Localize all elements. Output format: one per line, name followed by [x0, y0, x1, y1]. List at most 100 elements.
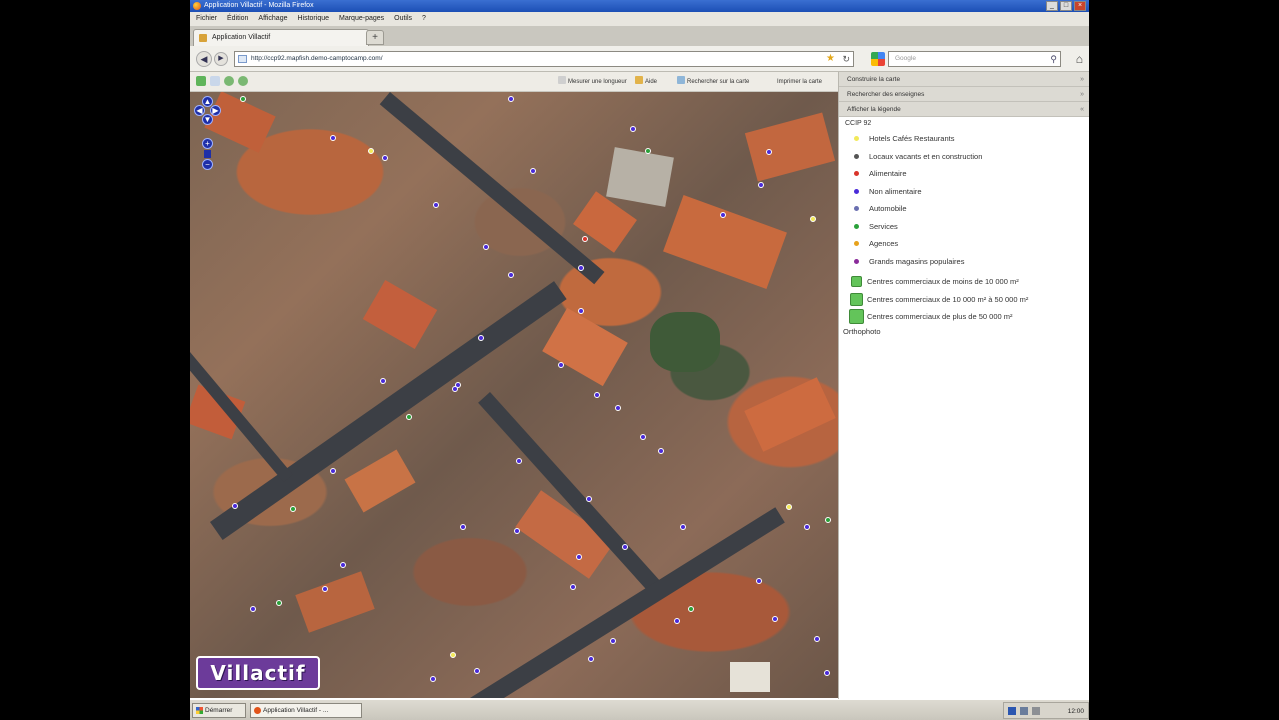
language-icon[interactable]	[1008, 707, 1016, 715]
menu-edit[interactable]: Édition	[227, 12, 248, 26]
poi-marker[interactable]	[380, 378, 386, 384]
poi-marker[interactable]	[340, 562, 346, 568]
poi-marker[interactable]	[630, 126, 636, 132]
poi-marker[interactable]	[615, 405, 621, 411]
poi-marker[interactable]	[825, 517, 831, 523]
zoom-extent-icon[interactable]	[196, 76, 206, 86]
menu-file[interactable]: Fichier	[196, 12, 217, 26]
url-bar[interactable]: http://ccp92.mapfish.demo-camptocamp.com…	[234, 51, 854, 67]
poi-marker[interactable]	[674, 618, 680, 624]
poi-marker[interactable]	[330, 468, 336, 474]
bookmark-star-icon[interactable]: ★	[826, 52, 835, 66]
taskbar-app-firefox[interactable]: Application Villactif - ...	[250, 703, 362, 718]
close-button[interactable]: ×	[1074, 1, 1086, 11]
poi-marker[interactable]	[658, 448, 664, 454]
new-tab-button[interactable]: +	[366, 30, 384, 45]
search-map-tool[interactable]: Rechercher sur la carte	[677, 72, 749, 92]
poi-marker[interactable]	[594, 392, 600, 398]
menu-view[interactable]: Affichage	[258, 12, 287, 26]
poi-marker[interactable]	[824, 670, 830, 676]
poi-marker[interactable]	[772, 616, 778, 622]
poi-marker[interactable]	[586, 496, 592, 502]
zoom-out-icon[interactable]	[238, 76, 248, 86]
poi-marker[interactable]	[322, 586, 328, 592]
poi-marker[interactable]	[430, 676, 436, 682]
poi-marker[interactable]	[610, 638, 616, 644]
aerial-map[interactable]: ▲ ◀ ▶ ▼ + − Villactif	[190, 92, 838, 698]
reload-icon[interactable]: ↻	[842, 52, 850, 66]
poi-marker[interactable]	[688, 606, 694, 612]
forward-button[interactable]: ▶	[214, 52, 228, 66]
zoom-out-button[interactable]: −	[202, 159, 213, 170]
poi-marker[interactable]	[460, 524, 466, 530]
pan-right-button[interactable]: ▶	[210, 105, 221, 116]
poi-marker[interactable]	[330, 135, 336, 141]
poi-marker[interactable]	[558, 362, 564, 368]
poi-marker[interactable]	[406, 414, 412, 420]
poi-marker[interactable]	[508, 272, 514, 278]
poi-marker[interactable]	[578, 308, 584, 314]
pan-icon[interactable]	[210, 76, 220, 86]
poi-marker[interactable]	[232, 503, 238, 509]
poi-marker[interactable]	[382, 155, 388, 161]
poi-marker[interactable]	[368, 148, 374, 154]
poi-marker[interactable]	[290, 506, 296, 512]
poi-marker[interactable]	[582, 236, 588, 242]
poi-marker[interactable]	[810, 216, 816, 222]
poi-marker[interactable]	[640, 434, 646, 440]
poi-marker[interactable]	[276, 600, 282, 606]
tab-villactif[interactable]: Application Villactif	[193, 29, 369, 46]
poi-marker[interactable]	[576, 554, 582, 560]
poi-marker[interactable]	[483, 244, 489, 250]
poi-marker[interactable]	[756, 578, 762, 584]
search-input[interactable]: Google ⚲	[888, 51, 1061, 67]
search-icon[interactable]: ⚲	[1050, 52, 1057, 66]
back-button[interactable]: ◀	[196, 51, 212, 67]
zoom-slider[interactable]	[204, 150, 211, 158]
home-button[interactable]: ⌂	[1076, 51, 1083, 67]
print-tool[interactable]: Imprimer la carte	[777, 72, 822, 92]
poi-marker[interactable]	[622, 544, 628, 550]
poi-marker[interactable]	[588, 656, 594, 662]
poi-marker[interactable]	[474, 668, 480, 674]
poi-marker[interactable]	[720, 212, 726, 218]
menu-help[interactable]: ?	[422, 12, 426, 26]
pan-down-button[interactable]: ▼	[202, 114, 213, 125]
poi-marker[interactable]	[804, 524, 810, 530]
volume-icon[interactable]	[1032, 707, 1040, 715]
poi-marker[interactable]	[578, 265, 584, 271]
start-button[interactable]: Démarrer	[192, 703, 246, 718]
poi-marker[interactable]	[766, 149, 772, 155]
poi-marker[interactable]	[758, 182, 764, 188]
poi-marker[interactable]	[478, 335, 484, 341]
poi-marker[interactable]	[508, 96, 514, 102]
minimize-button[interactable]: _	[1046, 1, 1058, 11]
poi-marker[interactable]	[530, 168, 536, 174]
help-tool[interactable]: Aide	[635, 72, 657, 92]
section-legend[interactable]: Afficher la légende «	[839, 102, 1089, 117]
poi-marker[interactable]	[570, 584, 576, 590]
section-build-map[interactable]: Construire la carte»	[839, 72, 1089, 87]
poi-marker[interactable]	[645, 148, 651, 154]
section-search-brands[interactable]: Rechercher des enseignes»	[839, 87, 1089, 102]
poi-marker[interactable]	[433, 202, 439, 208]
poi-marker[interactable]	[452, 386, 458, 392]
google-engine-icon[interactable]	[871, 52, 885, 66]
menu-history[interactable]: Historique	[297, 12, 329, 26]
poi-marker[interactable]	[250, 606, 256, 612]
poi-marker[interactable]	[450, 652, 456, 658]
poi-marker[interactable]	[516, 458, 522, 464]
poi-marker[interactable]	[240, 96, 246, 102]
poi-marker[interactable]	[680, 524, 686, 530]
poi-marker[interactable]	[786, 504, 792, 510]
site-identity-icon[interactable]	[238, 55, 247, 63]
zoom-in-button[interactable]: +	[202, 138, 213, 149]
poi-marker[interactable]	[514, 528, 520, 534]
poi-marker[interactable]	[814, 636, 820, 642]
menu-tools[interactable]: Outils	[394, 12, 412, 26]
zoom-in-icon[interactable]	[224, 76, 234, 86]
network-icon[interactable]	[1020, 707, 1028, 715]
maximize-button[interactable]: □	[1060, 1, 1072, 11]
measure-tool[interactable]: Mesurer une longueur	[558, 72, 627, 92]
menu-bookmarks[interactable]: Marque-pages	[339, 12, 384, 26]
